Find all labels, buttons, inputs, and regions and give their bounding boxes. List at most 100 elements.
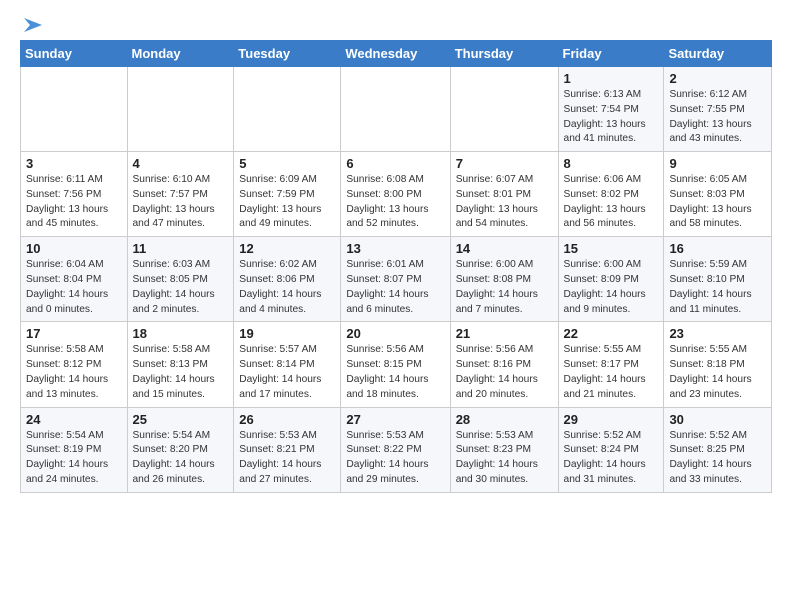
calendar-cell: 23 Sunrise: 5:55 AM Sunset: 8:18 PM Dayli… <box>664 322 772 407</box>
calendar-cell: 29 Sunrise: 5:52 AM Sunset: 8:24 PM Dayli… <box>558 407 664 492</box>
day-info: Sunrise: 5:58 AM Sunset: 8:12 PM Dayligh… <box>26 343 122 402</box>
day-info: Sunrise: 5:57 AM Sunset: 8:14 PM Dayligh… <box>239 343 335 402</box>
logo <box>20 16 44 32</box>
weekday-header: Tuesday <box>234 41 341 67</box>
calendar-cell: 2 Sunrise: 6:12 AM Sunset: 7:55 PM Daylig… <box>664 67 772 152</box>
calendar-cell: 14Sunrise: 6:00 AM Sunset: 8:08 PM Dayli… <box>450 237 558 322</box>
calendar-cell <box>234 67 341 152</box>
day-info: Sunrise: 5:56 AM Sunset: 8:15 PM Dayligh… <box>346 343 444 402</box>
day-info: Sunrise: 6:08 AM Sunset: 8:00 PM Dayligh… <box>346 173 444 232</box>
calendar-cell <box>127 67 234 152</box>
calendar-week-row: 3 Sunrise: 6:11 AM Sunset: 7:56 PM Daylig… <box>21 152 772 237</box>
day-number: 29 <box>564 412 659 427</box>
day-info: Sunrise: 5:58 AM Sunset: 8:13 PM Dayligh… <box>133 343 229 402</box>
day-info: Sunrise: 6:11 AM Sunset: 7:56 PM Dayligh… <box>26 173 122 232</box>
day-number: 14 <box>456 241 553 256</box>
day-info: Sunrise: 6:09 AM Sunset: 7:59 PM Dayligh… <box>239 173 335 232</box>
calendar-cell: 3 Sunrise: 6:11 AM Sunset: 7:56 PM Daylig… <box>21 152 128 237</box>
day-info: Sunrise: 5:52 AM Sunset: 8:25 PM Dayligh… <box>669 429 766 488</box>
day-info: Sunrise: 5:55 AM Sunset: 8:17 PM Dayligh… <box>564 343 659 402</box>
day-info: Sunrise: 5:53 AM Sunset: 8:23 PM Dayligh… <box>456 429 553 488</box>
weekday-header: Sunday <box>21 41 128 67</box>
day-number: 24 <box>26 412 122 427</box>
day-number: 12 <box>239 241 335 256</box>
day-info: Sunrise: 6:01 AM Sunset: 8:07 PM Dayligh… <box>346 258 444 317</box>
day-info: Sunrise: 6:00 AM Sunset: 8:09 PM Dayligh… <box>564 258 659 317</box>
calendar-week-row: 1 Sunrise: 6:13 AM Sunset: 7:54 PM Daylig… <box>21 67 772 152</box>
day-number: 25 <box>133 412 229 427</box>
calendar-cell: 15 Sunrise: 6:00 AM Sunset: 8:09 PM Dayli… <box>558 237 664 322</box>
day-number: 8 <box>564 156 659 171</box>
calendar-cell: 12 Sunrise: 6:02 AM Sunset: 8:06 PM Dayli… <box>234 237 341 322</box>
weekday-header: Wednesday <box>341 41 450 67</box>
day-number: 1 <box>564 71 659 86</box>
calendar-cell: 11Sunrise: 6:03 AM Sunset: 8:05 PM Dayli… <box>127 237 234 322</box>
day-number: 20 <box>346 326 444 341</box>
calendar-cell: 8 Sunrise: 6:06 AM Sunset: 8:02 PM Daylig… <box>558 152 664 237</box>
calendar-cell: 18 Sunrise: 5:58 AM Sunset: 8:13 PM Dayli… <box>127 322 234 407</box>
day-info: Sunrise: 5:52 AM Sunset: 8:24 PM Dayligh… <box>564 429 659 488</box>
day-number: 10 <box>26 241 122 256</box>
weekday-header: Thursday <box>450 41 558 67</box>
calendar-cell: 5 Sunrise: 6:09 AM Sunset: 7:59 PM Daylig… <box>234 152 341 237</box>
day-info: Sunrise: 5:55 AM Sunset: 8:18 PM Dayligh… <box>669 343 766 402</box>
calendar-cell: 17 Sunrise: 5:58 AM Sunset: 8:12 PM Dayli… <box>21 322 128 407</box>
calendar-cell: 21Sunrise: 5:56 AM Sunset: 8:16 PM Dayli… <box>450 322 558 407</box>
day-number: 11 <box>133 241 229 256</box>
calendar-header-row: SundayMondayTuesdayWednesdayThursdayFrid… <box>21 41 772 67</box>
calendar-cell: 20 Sunrise: 5:56 AM Sunset: 8:15 PM Dayli… <box>341 322 450 407</box>
day-info: Sunrise: 5:54 AM Sunset: 8:19 PM Dayligh… <box>26 429 122 488</box>
calendar-week-row: 24 Sunrise: 5:54 AM Sunset: 8:19 PM Dayli… <box>21 407 772 492</box>
page: SundayMondayTuesdayWednesdayThursdayFrid… <box>0 0 792 509</box>
day-info: Sunrise: 6:13 AM Sunset: 7:54 PM Dayligh… <box>564 88 659 147</box>
calendar-cell: 28 Sunrise: 5:53 AM Sunset: 8:23 PM Dayli… <box>450 407 558 492</box>
weekday-header: Friday <box>558 41 664 67</box>
day-info: Sunrise: 6:02 AM Sunset: 8:06 PM Dayligh… <box>239 258 335 317</box>
day-number: 4 <box>133 156 229 171</box>
calendar-cell: 25 Sunrise: 5:54 AM Sunset: 8:20 PM Dayli… <box>127 407 234 492</box>
day-number: 5 <box>239 156 335 171</box>
logo-arrow-icon <box>22 14 44 36</box>
header <box>20 16 772 32</box>
day-info: Sunrise: 6:04 AM Sunset: 8:04 PM Dayligh… <box>26 258 122 317</box>
day-number: 27 <box>346 412 444 427</box>
day-info: Sunrise: 5:53 AM Sunset: 8:22 PM Dayligh… <box>346 429 444 488</box>
day-number: 23 <box>669 326 766 341</box>
day-info: Sunrise: 6:10 AM Sunset: 7:57 PM Dayligh… <box>133 173 229 232</box>
day-number: 18 <box>133 326 229 341</box>
day-number: 16 <box>669 241 766 256</box>
weekday-header: Monday <box>127 41 234 67</box>
calendar-cell: 19 Sunrise: 5:57 AM Sunset: 8:14 PM Dayli… <box>234 322 341 407</box>
day-info: Sunrise: 6:06 AM Sunset: 8:02 PM Dayligh… <box>564 173 659 232</box>
calendar-cell <box>450 67 558 152</box>
day-info: Sunrise: 5:56 AM Sunset: 8:16 PM Dayligh… <box>456 343 553 402</box>
day-info: Sunrise: 5:59 AM Sunset: 8:10 PM Dayligh… <box>669 258 766 317</box>
calendar-cell: 9 Sunrise: 6:05 AM Sunset: 8:03 PM Daylig… <box>664 152 772 237</box>
calendar-cell: 24 Sunrise: 5:54 AM Sunset: 8:19 PM Dayli… <box>21 407 128 492</box>
calendar-cell: 7Sunrise: 6:07 AM Sunset: 8:01 PM Daylig… <box>450 152 558 237</box>
day-number: 22 <box>564 326 659 341</box>
day-info: Sunrise: 6:12 AM Sunset: 7:55 PM Dayligh… <box>669 88 766 147</box>
calendar-cell: 30Sunrise: 5:52 AM Sunset: 8:25 PM Dayli… <box>664 407 772 492</box>
day-number: 3 <box>26 156 122 171</box>
calendar-cell: 4 Sunrise: 6:10 AM Sunset: 7:57 PM Daylig… <box>127 152 234 237</box>
calendar-cell <box>341 67 450 152</box>
day-number: 15 <box>564 241 659 256</box>
calendar-cell <box>21 67 128 152</box>
calendar-cell: 16 Sunrise: 5:59 AM Sunset: 8:10 PM Dayli… <box>664 237 772 322</box>
day-number: 9 <box>669 156 766 171</box>
weekday-header: Saturday <box>664 41 772 67</box>
day-number: 17 <box>26 326 122 341</box>
calendar-cell: 1 Sunrise: 6:13 AM Sunset: 7:54 PM Daylig… <box>558 67 664 152</box>
day-number: 13 <box>346 241 444 256</box>
day-number: 28 <box>456 412 553 427</box>
day-number: 2 <box>669 71 766 86</box>
day-info: Sunrise: 6:07 AM Sunset: 8:01 PM Dayligh… <box>456 173 553 232</box>
day-info: Sunrise: 6:05 AM Sunset: 8:03 PM Dayligh… <box>669 173 766 232</box>
calendar-week-row: 17 Sunrise: 5:58 AM Sunset: 8:12 PM Dayli… <box>21 322 772 407</box>
calendar-table: SundayMondayTuesdayWednesdayThursdayFrid… <box>20 40 772 493</box>
calendar-cell: 10 Sunrise: 6:04 AM Sunset: 8:04 PM Dayli… <box>21 237 128 322</box>
day-info: Sunrise: 5:54 AM Sunset: 8:20 PM Dayligh… <box>133 429 229 488</box>
calendar-cell: 22 Sunrise: 5:55 AM Sunset: 8:17 PM Dayli… <box>558 322 664 407</box>
day-number: 19 <box>239 326 335 341</box>
